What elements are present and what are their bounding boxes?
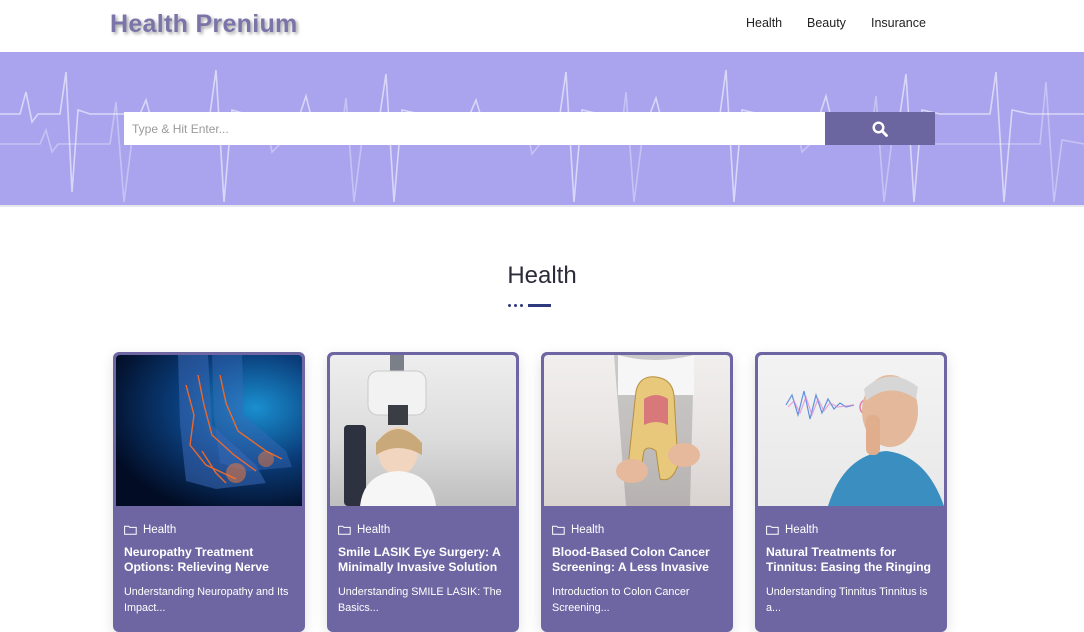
card-category-label: Health — [357, 524, 391, 536]
search-button[interactable] — [825, 112, 935, 145]
search-icon — [872, 120, 888, 137]
hero-divider-line — [0, 205, 1084, 207]
article-card[interactable]: Health Natural Treatments for Tinnitus: … — [755, 352, 947, 632]
card-excerpt: Understanding Tinnitus Tinnitus is a... — [766, 586, 928, 614]
article-image-neuropathy-feet[interactable] — [116, 355, 302, 506]
article-card[interactable]: Health Blood-Based Colon Cancer Screenin… — [541, 352, 733, 632]
folder-icon — [124, 525, 137, 535]
nav-link-beauty[interactable]: Beauty — [807, 16, 846, 30]
article-image-tinnitus-man[interactable] — [758, 355, 944, 506]
section-divider — [508, 304, 552, 308]
section-title: Health — [507, 262, 577, 289]
folder-icon — [338, 525, 351, 535]
article-image-lasik-exam[interactable] — [330, 355, 516, 506]
card-category[interactable]: Health — [552, 522, 604, 538]
search-input[interactable] — [124, 112, 825, 145]
card-category[interactable]: Health — [766, 522, 818, 538]
folder-icon — [766, 525, 779, 535]
nav-link-insurance[interactable]: Insurance — [871, 16, 926, 30]
card-category[interactable]: Health — [338, 522, 390, 538]
card-title[interactable]: Blood-Based Colon Cancer Screening: A Le… — [552, 545, 724, 575]
nav-link-health[interactable]: Health — [746, 16, 782, 30]
main-nav: Health Beauty Insurance — [0, 16, 1084, 36]
card-title[interactable]: Natural Treatments for Tinnitus: Easing … — [766, 545, 938, 575]
card-category[interactable]: Health — [124, 522, 176, 538]
card-category-label: Health — [785, 524, 819, 536]
card-excerpt: Understanding SMILE LASIK: The Basics... — [338, 586, 502, 614]
card-excerpt: Understanding Neuropathy and Its Impact.… — [124, 586, 289, 614]
folder-icon — [552, 525, 565, 535]
article-card[interactable]: Health Smile LASIK Eye Surgery: A Minima… — [327, 352, 519, 632]
hero-banner — [0, 52, 1084, 205]
article-image-colon-model[interactable] — [544, 355, 730, 506]
card-title[interactable]: Smile LASIK Eye Surgery: A Minimally Inv… — [338, 545, 510, 575]
card-category-label: Health — [571, 524, 605, 536]
card-excerpt: Introduction to Colon Cancer Screening..… — [552, 586, 690, 614]
card-title[interactable]: Neuropathy Treatment Options: Relieving … — [124, 545, 296, 575]
article-card[interactable]: Health Neuropathy Treatment Options: Rel… — [113, 352, 305, 632]
site-header: Health Prenium Health Beauty Insurance — [0, 0, 1084, 52]
card-category-label: Health — [143, 524, 177, 536]
